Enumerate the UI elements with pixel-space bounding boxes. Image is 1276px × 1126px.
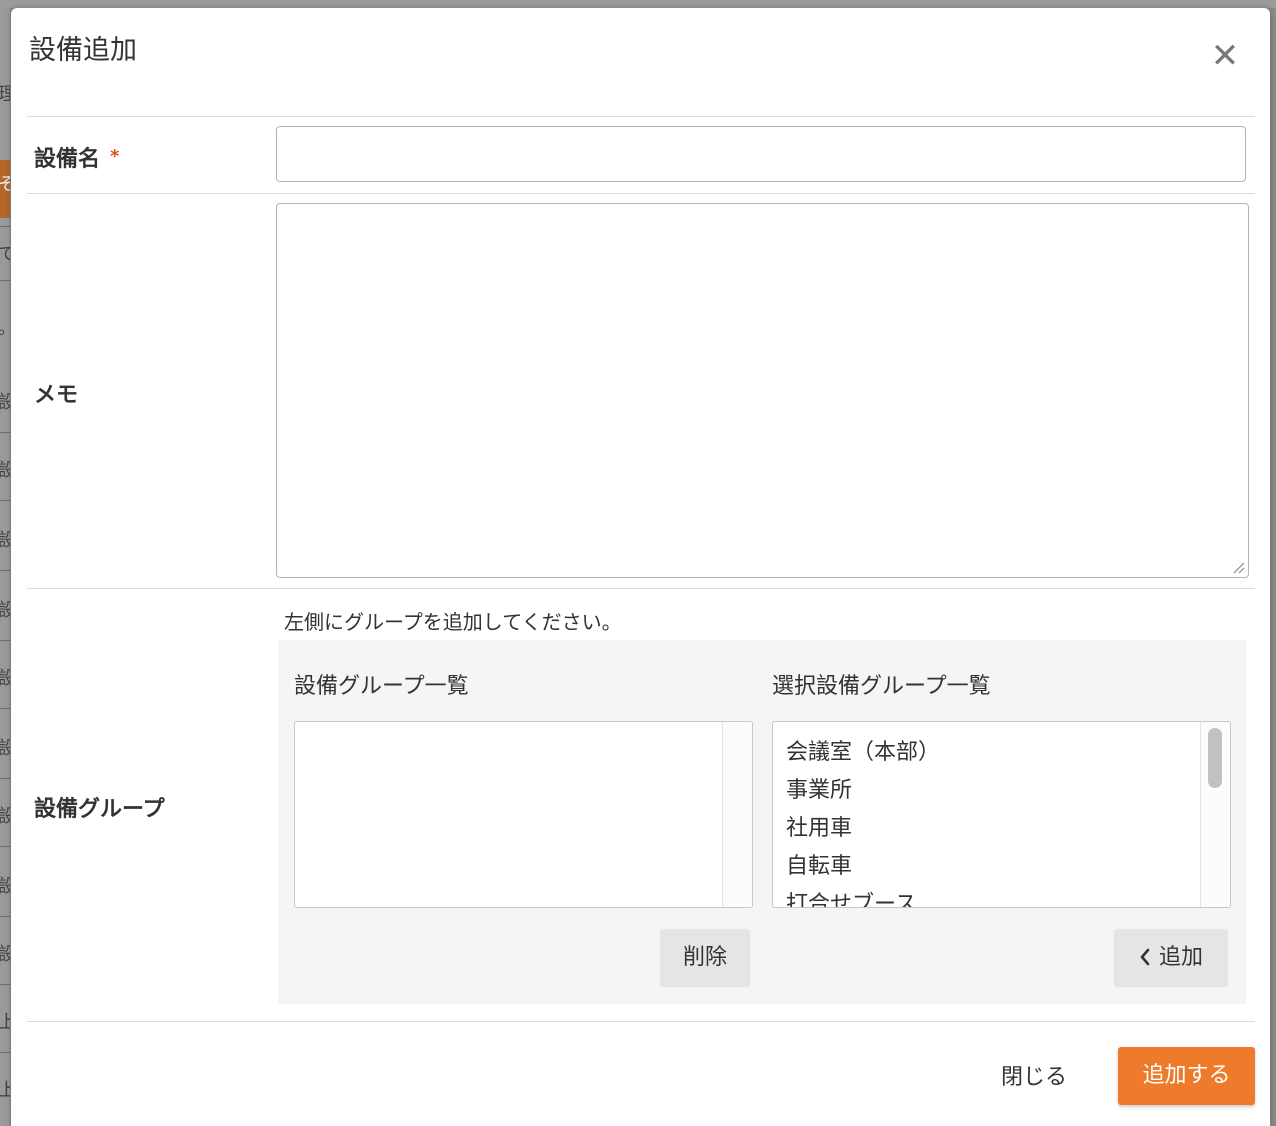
available-groups-list[interactable] <box>294 721 753 908</box>
scrollbar-thumb[interactable] <box>1208 728 1222 788</box>
background-glyph: 。 <box>0 314 10 340</box>
equipment-name-label-text: 設備名 <box>34 147 101 172</box>
background-divider <box>0 778 10 779</box>
selected-groups-title: 選択設備グループ一覧 <box>772 674 991 699</box>
selected-groups-list[interactable]: 会議室（本部） 事業所 社用車 自転車 打合せブース <box>772 721 1231 908</box>
background-glyph: 上 <box>0 1012 10 1033</box>
background-glyph: 設 <box>0 600 10 621</box>
modal-title: 設備追加 <box>29 35 137 66</box>
background-glyph: 理 <box>0 84 10 105</box>
background-glyph: 設 <box>0 460 10 481</box>
background-top-bar <box>0 0 1276 8</box>
close-icon: ✕ <box>1210 36 1240 76</box>
background-glyph: 上 <box>0 1080 10 1101</box>
divider <box>27 588 1255 589</box>
background-glyph: 設 <box>0 944 10 965</box>
background-divider <box>0 916 10 917</box>
background-divider <box>0 570 10 571</box>
background-divider <box>0 846 10 847</box>
list-item-selected-group[interactable]: 社用車 <box>786 810 940 848</box>
background-glyph: て <box>0 244 10 265</box>
background-glyph: 設 <box>0 806 10 827</box>
background-glyph: 設 <box>0 876 10 897</box>
list-item-selected-group[interactable]: 会議室（本部） <box>786 734 940 772</box>
background-left-strip: 理 そ て 。 設 設 設 設 設 設 設 設 設 上 上 <box>0 8 10 1126</box>
list-item-selected-group[interactable]: 自転車 <box>786 848 940 886</box>
remove-group-button[interactable]: 削除 <box>660 929 750 987</box>
divider <box>27 193 1255 194</box>
memo-textarea[interactable] <box>276 203 1249 578</box>
close-link-button[interactable]: 閉じる <box>1001 1059 1067 1091</box>
add-equipment-modal: 設備追加 ✕ 設備名 * メモ 設備グループ 左側にグループを追加してください。 … <box>11 8 1270 1126</box>
close-button[interactable]: ✕ <box>1209 38 1241 74</box>
background-glyph: 設 <box>0 530 10 551</box>
equipment-name-label: 設備名 * <box>34 141 119 173</box>
list-item-selected-group[interactable]: 事業所 <box>786 772 940 810</box>
submit-add-button[interactable]: 追加する <box>1118 1047 1255 1105</box>
background-divider <box>0 432 10 433</box>
background-divider <box>0 500 10 501</box>
list-item-selected-group[interactable]: 打合せブース <box>786 886 940 907</box>
equipment-group-label: 設備グループ <box>34 797 165 822</box>
background-glyph: 設 <box>0 668 10 689</box>
background-glyph: そ <box>0 174 10 195</box>
background-divider <box>0 280 10 281</box>
group-selector-panel: 設備グループ一覧 選択設備グループ一覧 会議室（本部） 事業所 社用車 自転車 … <box>278 640 1246 1004</box>
background-glyph: 設 <box>0 738 10 759</box>
selected-groups-items: 会議室（本部） 事業所 社用車 自転車 打合せブース <box>786 734 940 907</box>
background-glyph: 設 <box>0 392 10 413</box>
background-divider <box>0 640 10 641</box>
equipment-name-input[interactable] <box>276 126 1246 182</box>
add-group-button[interactable]: 追加 <box>1114 929 1228 987</box>
background-divider <box>0 984 10 985</box>
available-groups-title: 設備グループ一覧 <box>294 674 469 699</box>
available-list-scrollbar[interactable] <box>722 722 752 907</box>
background-divider <box>0 226 10 227</box>
selected-list-scrollbar[interactable] <box>1200 722 1230 907</box>
required-mark: * <box>110 146 120 167</box>
remove-group-label: 削除 <box>682 945 727 970</box>
divider <box>27 116 1255 117</box>
divider <box>27 1021 1255 1022</box>
background-divider <box>0 1052 10 1053</box>
resize-grip-icon[interactable] <box>1233 562 1245 574</box>
add-group-label: 追加 <box>1158 945 1203 970</box>
memo-label: メモ <box>34 383 79 408</box>
background-divider <box>0 708 10 709</box>
chevron-left-icon <box>1140 948 1150 966</box>
group-hint: 左側にグループを追加してください。 <box>284 610 622 634</box>
